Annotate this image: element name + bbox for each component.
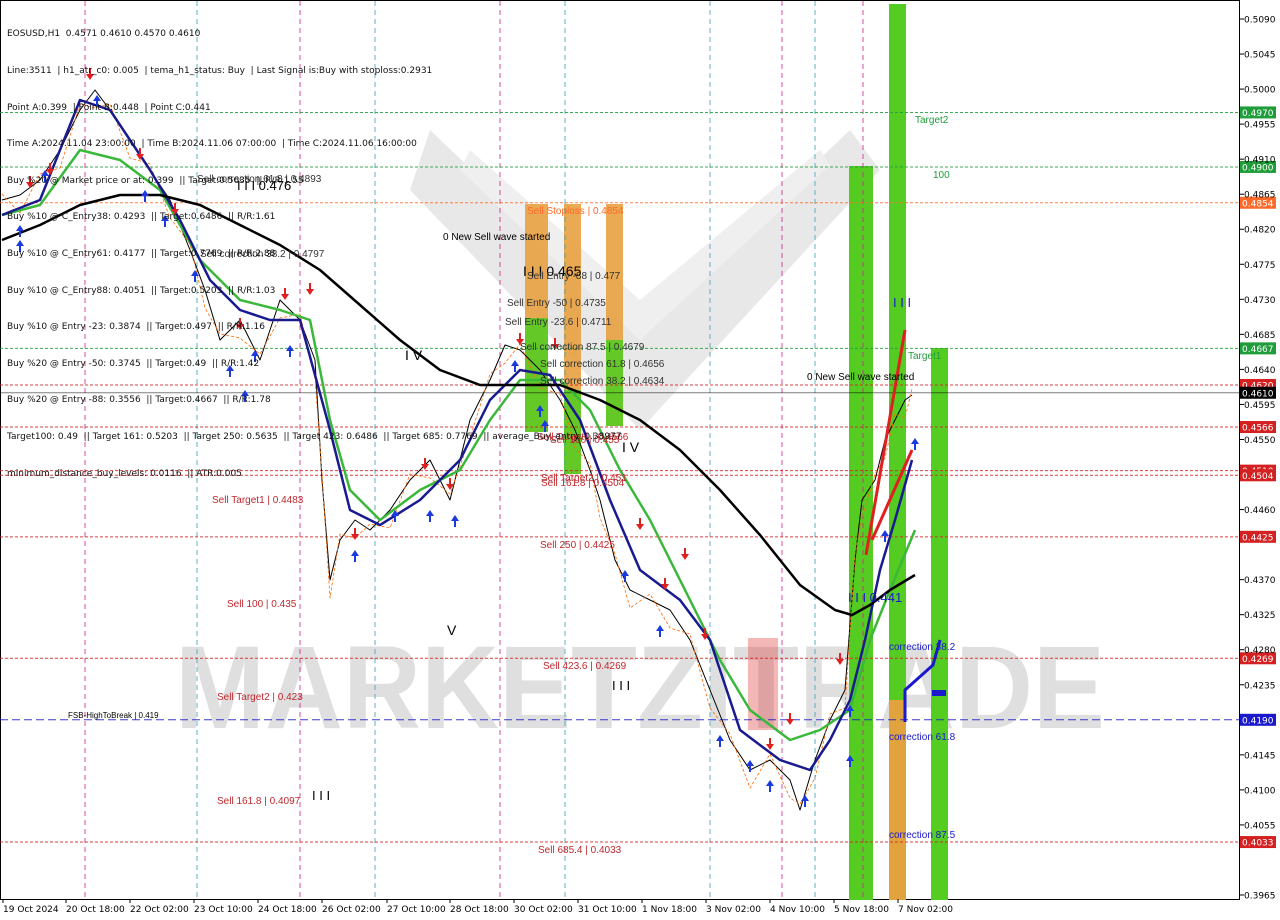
annotation-label: I I I [612,678,630,693]
info-line: Buy %20 @ Entry -88: 0.3556 || Target:0.… [7,395,271,406]
price-axis: 0.49700.49000.48540.46670.46200.46100.45… [1240,16,1276,902]
y-tick-label: 0.4550 [1244,436,1276,446]
annotation-label: 0 New Sell wave started [807,372,914,383]
info-line: Line:3511 | h1_atr_c0: 0.005 | tema_h1_s… [7,66,433,76]
info-line: Target100: 0.49 || Target 161: 0.5203 ||… [7,431,622,442]
x-tick-label: 5 Nov 18:00 [834,905,889,915]
level-tag-label: 0.4425 [1242,533,1274,543]
y-tick-label: 0.4820 [1244,226,1276,236]
info-line: Buy %10 @ Entry -23: 0.3874 || Target:0.… [7,322,265,333]
y-tick-label: 0.4955 [1244,121,1276,131]
y-tick-label: 0.5090 [1244,16,1276,26]
annotation-label: I I I [893,295,911,310]
y-tick-label: 0.4775 [1244,261,1276,271]
annotation-label: correction 38.2 [889,642,956,653]
x-tick-label: 4 Nov 10:00 [770,905,825,915]
info-line: Buy %20 @ Entry -50: 0.3745 || Target:0.… [7,358,260,369]
indicator-info-panel: EOSUSD,H1 0.4571 0.4610 0.4570 0.4610 Li… [7,4,622,492]
annotation-label: Target1 [908,351,942,362]
info-line: minimum_distance_buy_levels: 0.0116 || A… [7,468,242,479]
y-tick-label: 0.4910 [1244,156,1276,166]
watermark-i-block [748,638,778,730]
level-tag-label: 0.4610 [1242,389,1274,399]
y-tick-label: 0.4865 [1244,191,1276,201]
level-tag-label: 0.4033 [1242,839,1274,849]
time-axis: 19 Oct 2024 20 Oct 18:00 22 Oct 02:00 23 Oc… [2,899,953,915]
x-tick-label: 3 Nov 02:00 [706,905,761,915]
y-tick-label: 0.4280 [1244,646,1276,656]
annotation-label: Sell 161.8 | 0.4097 [217,796,301,807]
info-line: EOSUSD,H1 0.4571 0.4610 0.4570 0.4610 [7,29,201,40]
x-tick-label: 23 Oct 10:00 [194,905,253,915]
annotation-label: Sell 100 | 0.435 [227,599,297,610]
info-line: Buy %10 @ C_Entry38: 0.4293 || Target:0.… [7,212,276,223]
annotation-label: Sell Target2 | 0.423 [217,692,303,703]
y-tick-label: 0.4325 [1244,611,1276,621]
x-tick-label: 7 Nov 02:00 [898,905,953,915]
annotation-label: 100 [933,170,950,181]
level-tag-label: 0.4854 [1242,199,1274,209]
x-tick-label: 28 Oct 18:00 [450,905,509,915]
y-tick-label: 0.5045 [1244,51,1276,61]
correction-marker [932,690,946,696]
annotation-label: I I I 0.441 [848,590,902,605]
annotation-label: Sell 423.6 | 0.4269 [543,661,627,672]
annotation-label: Sell 685.4 | 0.4033 [538,845,622,856]
x-tick-label: 24 Oct 18:00 [258,905,317,915]
y-tick-label: 0.3965 [1244,892,1276,902]
x-tick-label: 27 Oct 10:00 [387,905,446,915]
info-line: Buy %10 @ C_Entry88: 0.4051 || Target:0.… [7,285,276,296]
annotation-label: Target2 [915,115,949,126]
y-tick-label: 0.4370 [1244,576,1276,586]
y-tick-label: 0.4685 [1244,331,1276,341]
y-tick-label: 0.4055 [1244,821,1276,831]
info-line: Buy %10 @ C_Entry61: 0.4177 || Target:0.… [7,248,276,259]
level-tag-label: 0.4970 [1242,109,1274,119]
info-line: Time A:2024.11.04 23:00:00 | Time B:2024… [7,139,417,150]
x-tick-label: 30 Oct 02:00 [514,905,573,915]
x-tick-label: 1 Nov 18:00 [642,905,697,915]
level-tag-label: 0.4566 [1242,424,1274,434]
y-tick-label: 0.5000 [1244,86,1276,96]
annotation-label: Sell 250 | 0.4425 [540,540,615,551]
annotation-label: Sell Target1 | 0.4483 [212,495,304,506]
watermark-text: MARKETZITRADE [175,622,1105,754]
level-tag-label: 0.4667 [1242,345,1274,355]
info-line: Buy %20 @ Market price or at: 0.399 || T… [7,175,304,186]
annotation-label: V [447,622,457,638]
x-tick-label: 31 Oct 10:00 [578,905,637,915]
annotation-label: I I I [312,788,330,803]
x-tick-label: 20 Oct 18:00 [66,905,125,915]
y-tick-label: 0.4145 [1244,751,1276,761]
y-tick-label: 0.4640 [1244,366,1276,376]
y-tick-label: 0.4730 [1244,296,1276,306]
annotation-label: correction 87.5 [889,830,956,841]
level-tag-label: 0.4504 [1242,472,1274,482]
x-tick-label: 26 Oct 02:00 [322,905,381,915]
y-tick-label: 0.4235 [1244,681,1276,691]
annotation-label: correction 61.8 [889,732,956,743]
info-line: Point A:0.399 | Point B:0.448 | Point C:… [7,102,211,113]
y-tick-label: 0.4595 [1244,401,1276,411]
y-tick-label: 0.4460 [1244,506,1276,516]
annotation-label: I V [622,439,640,455]
annotation-label: FSB-HighToBreak | 0.419 [68,711,159,720]
x-tick-label: 22 Oct 02:00 [130,905,189,915]
y-tick-label: 0.4100 [1244,786,1276,796]
x-tick-label: 19 Oct 2024 [3,905,59,915]
level-tag-label: 0.4269 [1242,655,1274,665]
level-tag-label: 0.4190 [1242,716,1274,726]
